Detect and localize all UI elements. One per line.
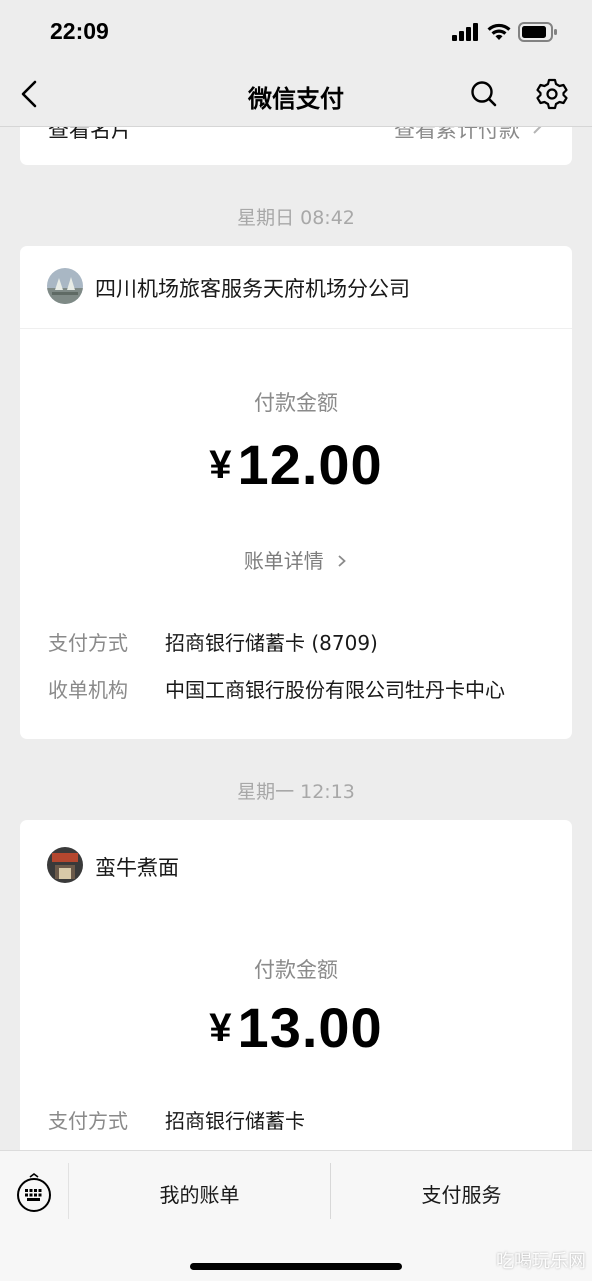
gear-icon [536,78,568,110]
status-icons [452,21,562,43]
bottom-bar: 我的账单 支付服务 吃喝玩乐网 [0,1150,592,1281]
currency-symbol: ¥ [209,1006,232,1050]
bill-detail-link[interactable]: 账单详情 [20,545,572,574]
search-icon [471,81,497,107]
merchant-avatar [47,268,83,304]
airport-photo-icon [47,268,83,304]
acquirer-label: 收单机构 [48,678,128,702]
payment-method-label: 支付方式 [48,631,128,655]
amount-display: ¥13.00 [20,995,572,1060]
status-time: 22:09 [50,18,109,44]
my-bill-button[interactable]: 我的账单 [69,1179,330,1208]
payment-method-value: 招商银行储蓄卡 (8709) [165,631,378,655]
amount-label: 付款金额 [254,391,338,415]
keyboard-icon [17,1173,51,1212]
bill-detail-label: 账单详情 [243,549,324,573]
amount-value: 12.00 [237,433,383,496]
payment-method-value: 招商银行储蓄卡 [165,1109,305,1133]
merchant-avatar [47,847,83,883]
currency-symbol: ¥ [209,443,232,487]
battery-icon [518,22,557,42]
page-title: 微信支付 [248,85,344,113]
transaction-time: 星期一 12:13 [237,781,355,803]
merchant-row[interactable]: 蛮牛煮面 [20,820,572,902]
chevron-right-icon [338,555,347,567]
transaction-card[interactable]: 四川机场旅客服务天府机场分公司 付款金额 ¥12.00 账单详情 支付方式 招商… [20,246,572,739]
amount-label: 付款金额 [254,958,338,982]
merchant-name: 四川机场旅客服务天府机场分公司 [95,277,410,301]
settings-button[interactable] [534,76,570,112]
payment-service-button[interactable]: 支付服务 [331,1179,592,1208]
watermark: 吃喝玩乐网 [496,1251,586,1272]
payment-method-label: 支付方式 [48,1109,128,1133]
amount-value: 13.00 [237,996,383,1059]
nav-bar: 微信支付 [0,62,592,127]
search-button[interactable] [466,76,502,112]
cellular-signal-icon [452,23,478,41]
keyboard-button[interactable] [16,1173,52,1212]
home-indicator[interactable] [190,1263,402,1270]
merchant-name: 蛮牛煮面 [95,856,179,880]
transaction-time: 星期日 08:42 [237,207,355,229]
wifi-icon [487,23,511,40]
acquirer-value: 中国工商银行股份有限公司牡丹卡中心 [165,678,505,702]
merchant-row[interactable]: 四川机场旅客服务天府机场分公司 [20,246,572,329]
status-bar: 22:09 [0,0,592,62]
shop-photo-icon [47,847,83,883]
amount-display: ¥12.00 [20,432,572,497]
transaction-card[interactable]: 蛮牛煮面 付款金额 ¥13.00 支付方式 招商银行储蓄卡 [20,820,572,1180]
